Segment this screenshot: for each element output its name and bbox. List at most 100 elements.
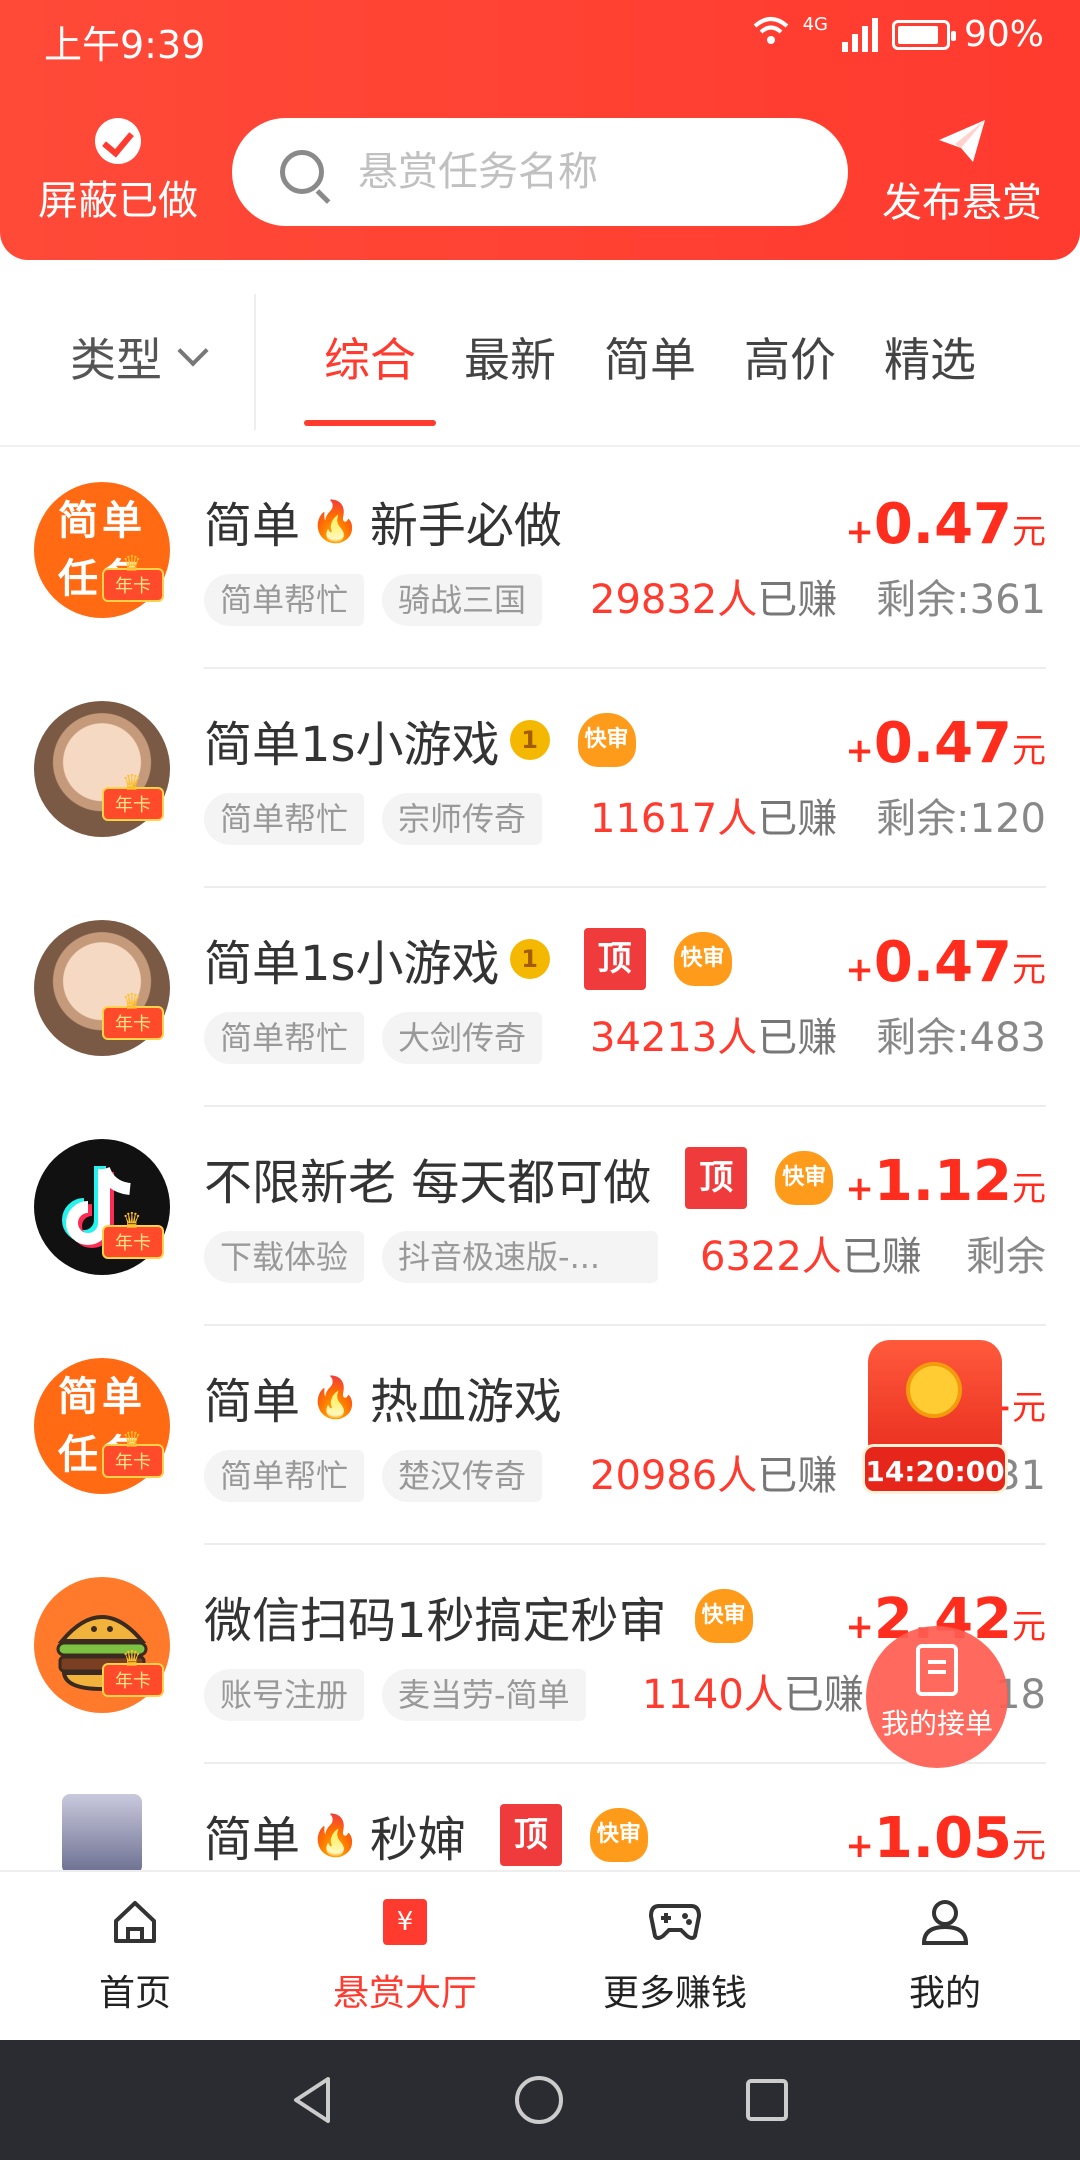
vip-badge: 年卡 [102, 548, 164, 602]
earned-count: 1140人已赚 [642, 1672, 864, 1718]
system-nav-bar [0, 2040, 1080, 2160]
fast-review-badge: 快审 [589, 1808, 648, 1862]
vip-badge: 年卡 [102, 1643, 164, 1697]
divider [254, 294, 256, 430]
task-title: 简单 🔥 新手必做 [204, 498, 562, 554]
status-icons: 4G 90% [753, 14, 1044, 55]
recents-icon[interactable] [744, 2077, 790, 2123]
task-title: 简单 🔥 秒婶 顶 快审 [204, 1800, 648, 1870]
earned-count: 34213人已赚 [590, 1015, 838, 1061]
hide-done-button[interactable]: 屏蔽已做 [28, 118, 208, 226]
task-tags: 简单帮忙 大剑传奇 [204, 1012, 543, 1064]
task-price: +0.47元 [845, 492, 1046, 557]
fast-review-badge: 快审 [694, 1589, 753, 1643]
tag: 账号注册 [204, 1669, 365, 1721]
fast-review-badge: 快审 [673, 932, 732, 986]
search-icon [280, 150, 324, 194]
battery-icon [891, 19, 956, 50]
sort-tabs: 综合 最新 简单 高价 精选 [304, 324, 976, 426]
vip-badge: 年卡 [102, 1205, 164, 1259]
type-label: 类型 [70, 333, 162, 387]
red-packet-widget[interactable]: 14:20:00 [856, 1340, 1014, 1500]
avatar [62, 1794, 142, 1870]
fire-icon: 🔥 [310, 1374, 360, 1421]
vip-badge: 年卡 [102, 767, 164, 821]
battery-label: 90% [963, 14, 1044, 55]
task-title: 简单1s小游戏 1 快审 [204, 705, 636, 775]
my-orders-button[interactable]: 我的接单 [866, 1626, 1008, 1768]
task-price: +1.05元 [845, 1806, 1046, 1870]
nav-home[interactable]: 首页 [0, 1872, 270, 2040]
tab-comprehensive[interactable]: 综合 [304, 324, 436, 426]
fire-icon: 🔥 [310, 1812, 360, 1859]
publish-label: 发布悬赏 [882, 180, 1042, 226]
wifi-icon [753, 14, 789, 55]
task-item[interactable]: 年卡 不限新老 每天都可做 顶 快审 +1.12元 下载体验 抖音极速版-...… [0, 1107, 1080, 1326]
remaining-count: 剩余:483 [876, 1015, 1046, 1061]
nav-profile[interactable]: 我的 [810, 1872, 1080, 2040]
nav-reward-hall[interactable]: ¥ 悬赏大厅 [270, 1872, 540, 2040]
type-dropdown[interactable]: 类型 [70, 324, 209, 390]
pinned-badge: 顶 [583, 928, 646, 990]
earned-count: 11617人已赚 [590, 796, 838, 842]
task-title: 微信扫码1秒搞定秒审 快审 [204, 1581, 753, 1651]
publish-reward-button[interactable]: 发布悬赏 [872, 118, 1052, 228]
tab-featured[interactable]: 精选 [884, 324, 976, 390]
clipboard-icon [916, 1644, 958, 1696]
remaining-count: 剩余:361 [876, 577, 1046, 623]
back-icon[interactable] [290, 2075, 334, 2125]
paper-plane-icon [939, 120, 985, 162]
countdown-timer: 14:20:00 [862, 1444, 1008, 1494]
task-item[interactable]: 简单任务 年卡 简单 🔥 新手必做 +0.47元 简单帮忙 骑战三国 29832… [0, 450, 1080, 669]
tab-simple[interactable]: 简单 [604, 324, 696, 390]
bottom-nav: 首页 ¥ 悬赏大厅 更多赚钱 我的 [0, 1870, 1080, 2040]
tab-high-price[interactable]: 高价 [744, 324, 836, 390]
remaining-count: 剩余:120 [876, 796, 1046, 842]
nav-more-earning[interactable]: 更多赚钱 [540, 1872, 810, 2040]
tag: 骑战三国 [382, 574, 543, 626]
fast-review-badge: 快审 [577, 713, 636, 767]
check-circle-icon [95, 118, 141, 164]
task-title: 简单1s小游戏 1 顶 快审 [204, 924, 732, 994]
search-bar[interactable] [232, 118, 848, 226]
task-item[interactable]: 年卡 简单1s小游戏 1 顶 快审 +0.47元 简单帮忙 大剑传奇 34213… [0, 888, 1080, 1107]
my-orders-label: 我的接单 [880, 1707, 993, 1740]
vip-badge: 年卡 [102, 1424, 164, 1478]
tag: 楚汉传奇 [382, 1450, 543, 1502]
task-title: 简单 🔥 热血游戏 [204, 1374, 562, 1430]
user-icon [810, 1894, 1080, 1950]
divider [0, 445, 1080, 447]
home-circle-icon[interactable] [513, 2074, 565, 2126]
hide-done-label: 屏蔽已做 [38, 178, 198, 224]
task-tags: 简单帮忙 楚汉传奇 [204, 1450, 543, 1502]
vip-badge: 年卡 [102, 986, 164, 1040]
task-tags: 简单帮忙 骑战三国 [204, 574, 543, 626]
chevron-down-icon [177, 335, 209, 367]
gold-medal-icon: 1 [509, 720, 550, 760]
task-item[interactable]: 年卡 简单1s小游戏 1 快审 +0.47元 简单帮忙 宗师传奇 11617人已… [0, 669, 1080, 888]
earned-count: 6322人已赚 [700, 1234, 922, 1280]
task-tags: 简单帮忙 宗师传奇 [204, 793, 543, 845]
task-price: +0.47元 [845, 930, 1046, 995]
tag: 简单帮忙 [204, 1012, 365, 1064]
status-time: 上午9:39 [44, 23, 206, 67]
tag: 麦当劳-简单 [382, 1669, 586, 1721]
tag: 简单帮忙 [204, 1450, 365, 1502]
tag: 简单帮忙 [204, 574, 365, 626]
tag: 抖音极速版-... [382, 1231, 659, 1283]
search-input[interactable] [358, 149, 818, 195]
task-price: +1.12元 [845, 1149, 1046, 1214]
task-item[interactable]: 简单 🔥 秒婶 顶 快审 +1.05元 [0, 1764, 1080, 1870]
earned-count: 20986人已赚 [590, 1453, 838, 1499]
fast-review-badge: 快审 [775, 1151, 834, 1205]
yen-icon: ¥ [270, 1894, 540, 1950]
earned-count: 29832人已赚 [590, 577, 838, 623]
network-label: 4G [802, 14, 828, 35]
signal-icon [841, 17, 878, 52]
tag: 大剑传奇 [382, 1012, 543, 1064]
tag: 宗师传奇 [382, 793, 543, 845]
fire-icon: 🔥 [310, 498, 360, 545]
task-tags: 账号注册 麦当劳-简单 [204, 1669, 586, 1721]
tab-latest[interactable]: 最新 [464, 324, 556, 390]
header: 上午9:39 4G 90% 屏蔽已做 发布悬赏 [0, 0, 1080, 260]
